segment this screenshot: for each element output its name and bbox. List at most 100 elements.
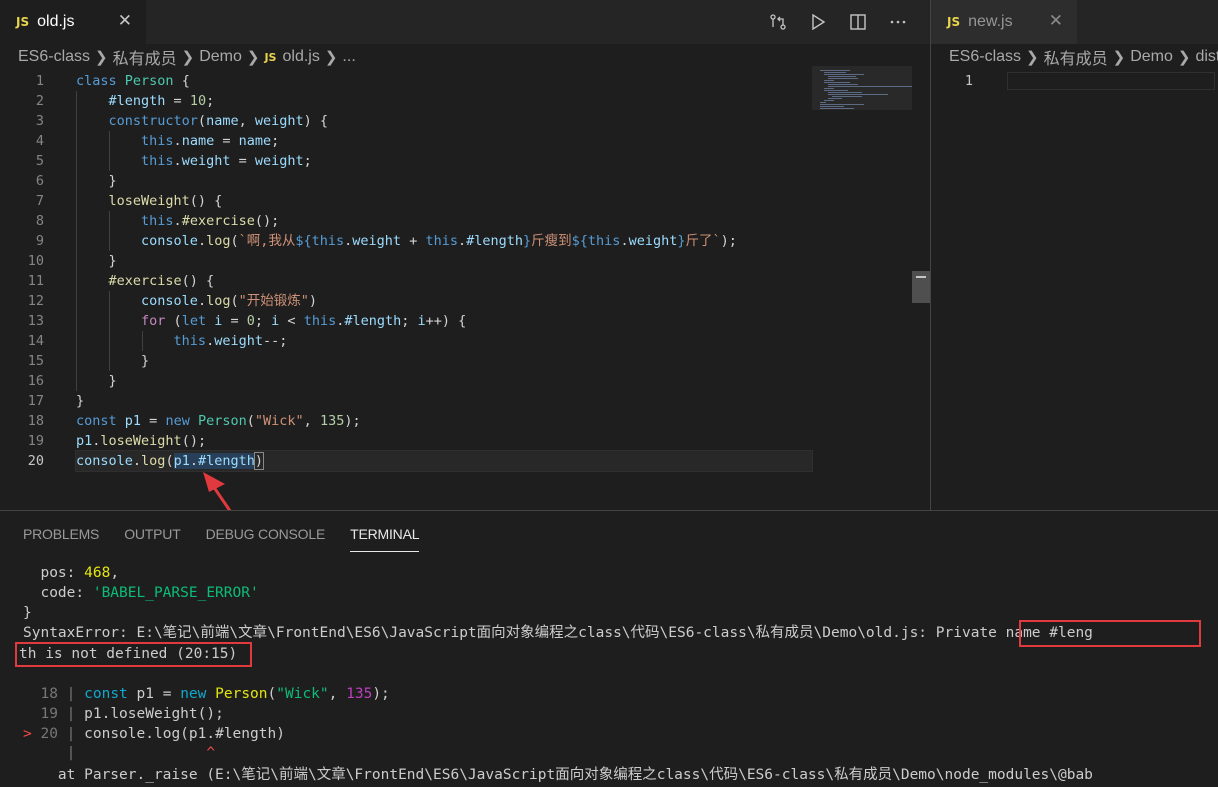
split-editor-icon[interactable] xyxy=(838,7,878,37)
breadcrumb-item[interactable]: Demo xyxy=(1130,48,1173,66)
tab-debug-console[interactable]: DEBUG CONSOLE xyxy=(206,524,326,552)
javascript-file-icon: JS xyxy=(264,50,277,64)
bottom-panel: PROBLEMS OUTPUT DEBUG CONSOLE TERMINAL p… xyxy=(0,510,1218,787)
minimap-line xyxy=(828,86,916,87)
minimap-line xyxy=(828,92,862,93)
line-number: 7 xyxy=(35,193,44,209)
minimap-line xyxy=(824,72,846,73)
line-number: 14 xyxy=(27,333,44,349)
tab-old-js[interactable]: JS old.js ✕ xyxy=(0,0,146,44)
line-number: 15 xyxy=(27,353,44,369)
minimap-line xyxy=(828,98,842,99)
minimap-line xyxy=(820,104,864,105)
more-actions-icon[interactable] xyxy=(878,7,918,37)
code-line[interactable]: #length = 10; xyxy=(76,91,812,111)
code-line[interactable]: this.weight--; xyxy=(76,331,812,351)
breadcrumb-item[interactable]: ES6-class xyxy=(949,48,1021,66)
right-tab-bar: JS new.js ✕ xyxy=(931,0,1218,44)
error-highlight-box xyxy=(15,642,252,667)
run-icon[interactable] xyxy=(798,7,838,37)
line-number: 19 xyxy=(27,433,44,449)
code-line[interactable]: } xyxy=(76,251,812,271)
tab-problems[interactable]: PROBLEMS xyxy=(23,524,99,552)
tab-output[interactable]: OUTPUT xyxy=(124,524,181,552)
scrollbar-marker xyxy=(916,276,926,278)
snippet-line: 19 | p1.loseWeight(); xyxy=(40,706,224,722)
code-line[interactable]: class Person { xyxy=(76,71,812,91)
tab-label: new.js xyxy=(968,13,1013,30)
line-number: 1 xyxy=(964,73,973,89)
right-editor-group: JS new.js ✕ ES6-class ❯ 私有成员 ❯ Demo ❯ di… xyxy=(931,0,1218,510)
minimap-line xyxy=(824,88,834,89)
line-number: 16 xyxy=(27,373,44,389)
line-number: 13 xyxy=(27,313,44,329)
code-line[interactable]: } xyxy=(76,171,812,191)
code-line[interactable]: console.log("开始锻炼") xyxy=(76,291,812,311)
chevron-right-icon: ❯ xyxy=(95,49,108,66)
minimap-line xyxy=(828,78,858,79)
breadcrumb-item[interactable]: 私有成员 xyxy=(1044,45,1108,69)
code-line[interactable]: #exercise() { xyxy=(76,271,812,291)
line-number: 9 xyxy=(35,233,44,249)
code-line[interactable]: loseWeight() { xyxy=(76,191,812,211)
tab-terminal[interactable]: TERMINAL xyxy=(350,524,419,552)
breadcrumb-item[interactable]: 私有成员 xyxy=(113,45,177,69)
breadcrumb-item[interactable]: ES6-class xyxy=(18,48,90,66)
breadcrumb-file[interactable]: old.js xyxy=(282,48,319,66)
chevron-right-icon: ❯ xyxy=(324,49,338,66)
line-number-gutter: 1 2 3 4 5 6 7 8 9 10 11 12 13 14 15 16 17 18 19 20 xyxy=(0,71,52,471)
breadcrumb-item[interactable]: dist xyxy=(1195,48,1218,66)
minimap-line xyxy=(824,74,864,75)
code-area[interactable]: class Person { #length = 10; constructor… xyxy=(75,71,813,472)
line-number: 6 xyxy=(35,173,44,189)
snippet-line-error: > 20 | console.log(p1.#length) xyxy=(23,726,285,742)
tab-new-js[interactable]: JS new.js ✕ xyxy=(931,0,1077,44)
terminal-line: } xyxy=(23,605,32,621)
line-number: 2 xyxy=(35,93,44,109)
panel-tabs: PROBLEMS OUTPUT DEBUG CONSOLE TERMINAL xyxy=(23,524,444,552)
line-number: 18 xyxy=(27,413,44,429)
minimap-line xyxy=(820,108,854,109)
compare-changes-icon[interactable] xyxy=(758,7,798,37)
code-line[interactable]: this.weight = weight; xyxy=(76,151,812,171)
line-number: 1 xyxy=(35,73,44,89)
code-line-current[interactable]: console.log(p1.#length) xyxy=(75,450,813,472)
code-line[interactable]: p1.loseWeight(); xyxy=(76,431,812,451)
close-icon[interactable]: ✕ xyxy=(1049,11,1063,31)
minimap-line xyxy=(832,96,862,97)
chevron-right-icon: ❯ xyxy=(1177,49,1191,66)
minimap-line xyxy=(820,106,844,107)
code-line[interactable]: constructor(name, weight) { xyxy=(76,111,812,131)
minimap-line xyxy=(820,70,850,71)
line-number: 11 xyxy=(27,273,44,289)
breadcrumb-item[interactable]: Demo xyxy=(199,48,242,66)
chevron-right-icon: ❯ xyxy=(1112,49,1126,66)
chevron-right-icon: ❯ xyxy=(1026,49,1039,66)
snippet-caret-line: | ^ xyxy=(57,745,216,761)
code-line[interactable]: } xyxy=(76,351,812,371)
line-number: 10 xyxy=(27,253,44,269)
editor-actions xyxy=(758,0,918,44)
minimap-line xyxy=(828,76,856,77)
code-line[interactable]: const p1 = new Person("Wick", 135); xyxy=(76,411,812,431)
close-icon[interactable]: ✕ xyxy=(118,11,132,31)
code-line[interactable]: } xyxy=(76,391,812,411)
minimap[interactable] xyxy=(816,66,916,114)
left-editor-group: JS old.js ✕ ES6-class ❯ 私有成员 ❯ Demo ❯ JS… xyxy=(0,0,930,510)
code-line-current[interactable] xyxy=(1007,72,1215,90)
code-line[interactable]: } xyxy=(76,371,812,391)
stack-trace-line: at Parser._raise (E:\笔记\前端\文章\FrontEnd\E… xyxy=(23,767,1093,783)
line-number: 3 xyxy=(35,113,44,129)
code-line[interactable]: console.log(`啊,我从${this.weight + this.#l… xyxy=(76,231,812,251)
code-line[interactable]: this.#exercise(); xyxy=(76,211,812,231)
code-line[interactable]: for (let i = 0; i < this.#length; i++) { xyxy=(76,311,812,331)
line-number: 17 xyxy=(27,393,44,409)
code-line[interactable]: this.name = name; xyxy=(76,131,812,151)
breadcrumb-tail[interactable]: ... xyxy=(342,48,355,66)
minimap-line xyxy=(824,80,834,81)
minimap-line xyxy=(820,102,826,103)
minimap-line xyxy=(824,82,850,83)
line-number: 12 xyxy=(27,293,44,309)
error-line: SyntaxError: E:\笔记\前端\文章\FrontEnd\ES6\Ja… xyxy=(23,625,1093,641)
chevron-right-icon: ❯ xyxy=(246,49,260,66)
